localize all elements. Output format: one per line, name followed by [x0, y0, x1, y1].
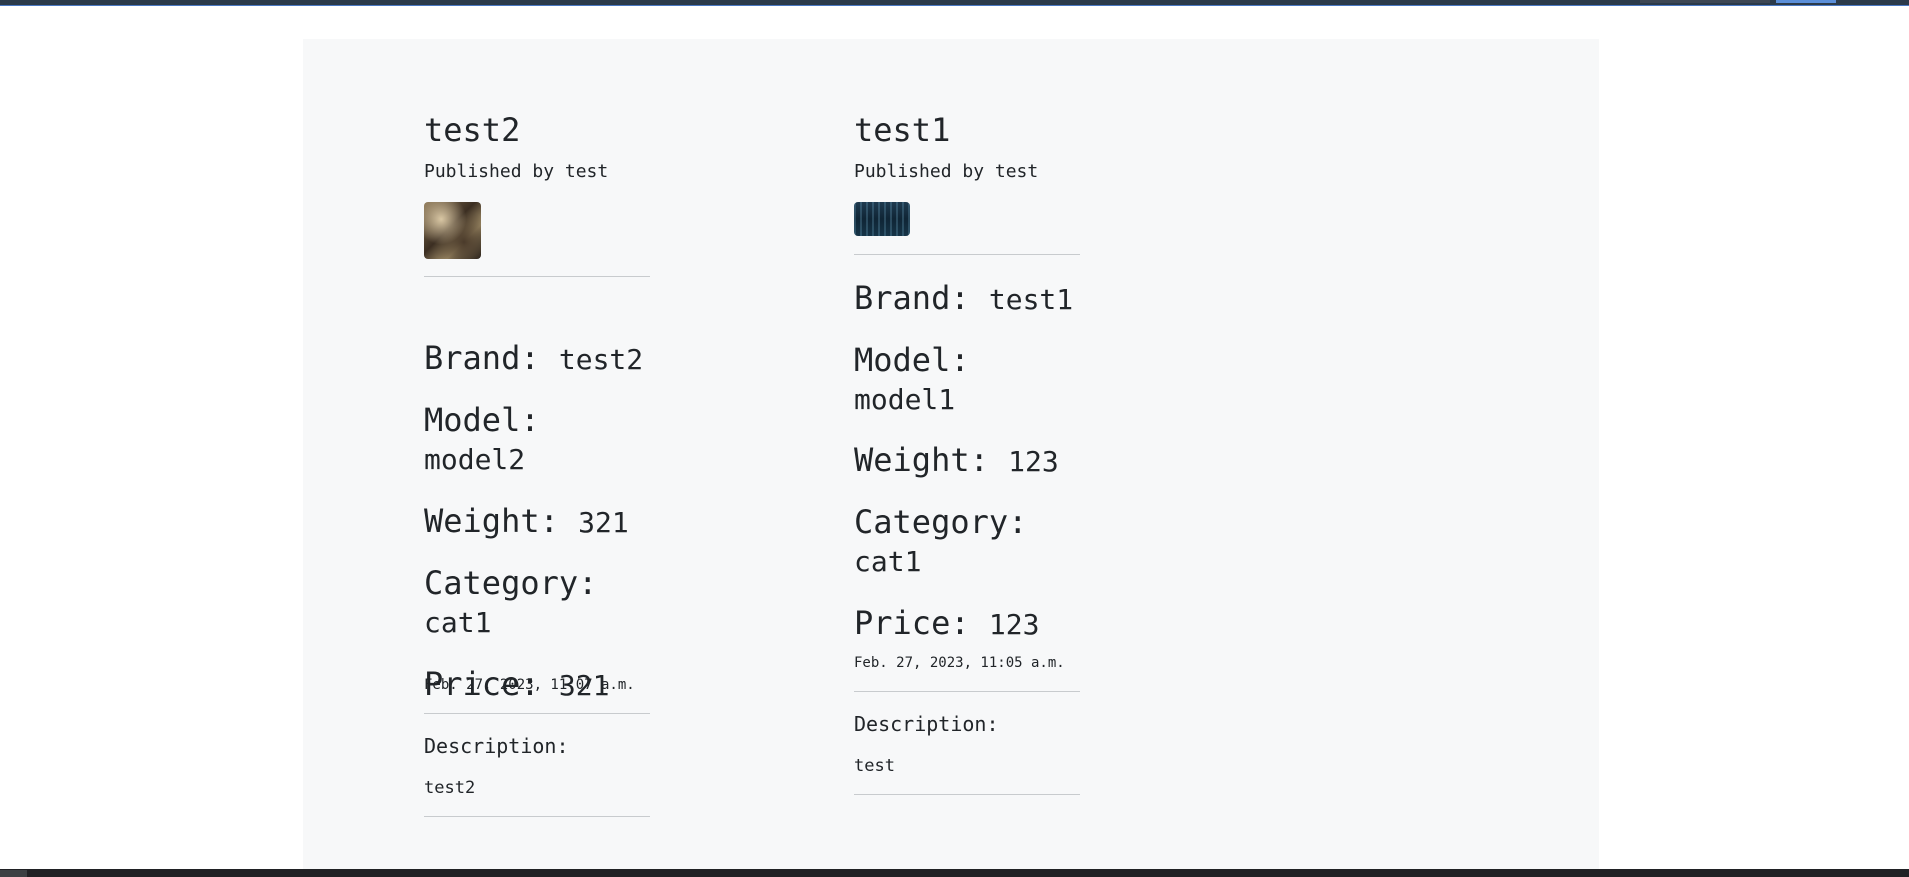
- product-list-panel: test2 Published by test Brand: test2 Mod…: [303, 39, 1599, 869]
- divider: [424, 713, 650, 714]
- category-label: Category:: [854, 503, 1028, 541]
- category-value: cat1: [424, 606, 492, 639]
- weight-label: Weight:: [424, 502, 559, 540]
- browser-toolbar-segment: [1640, 0, 1770, 3]
- browser-top-bar: [0, 0, 1909, 6]
- divider: [424, 816, 650, 817]
- weight-label: Weight:: [854, 441, 989, 479]
- published-date: Feb. 27, 2023, 11:07 a.m.: [424, 677, 635, 693]
- weight-field: Weight: 321: [424, 502, 650, 542]
- weight-value: 321: [578, 506, 629, 539]
- category-label: Category:: [424, 564, 598, 602]
- taskbar-segment: [0, 870, 27, 877]
- model-label: Model:: [424, 401, 540, 439]
- product-publisher: Published by test: [854, 161, 1039, 182]
- brand-value: test2: [558, 343, 644, 376]
- description-text: test: [854, 756, 895, 776]
- price-label: Price:: [854, 604, 970, 642]
- price-value: 123: [988, 608, 1040, 641]
- product-publisher: Published by test: [424, 161, 609, 182]
- divider: [854, 254, 1080, 255]
- brand-field: Brand: test1: [854, 279, 1080, 319]
- brand-label: Brand:: [424, 339, 540, 377]
- divider: [854, 794, 1080, 795]
- browser-toolbar-highlight: [1776, 0, 1836, 3]
- description-label: Description:: [854, 712, 999, 736]
- brand-label: Brand:: [854, 279, 970, 317]
- category-field: Category: cat1: [854, 503, 1080, 581]
- weight-field: Weight: 123: [854, 441, 1080, 481]
- category-value: cat1: [854, 545, 922, 578]
- price-field: Price: 123: [854, 604, 1080, 644]
- brand-field: Brand: test2: [424, 339, 650, 379]
- divider: [854, 691, 1080, 692]
- description-label: Description:: [424, 734, 569, 758]
- weight-value: 123: [1008, 445, 1059, 478]
- model-value: model2: [424, 443, 526, 476]
- browser-bottom-bar: [0, 869, 1909, 877]
- brand-value: test1: [988, 283, 1074, 316]
- product-title[interactable]: test2: [424, 111, 520, 149]
- model-label: Model:: [854, 341, 970, 379]
- published-date: Feb. 27, 2023, 11:05 a.m.: [854, 655, 1065, 671]
- description-text: test2: [424, 778, 476, 798]
- model-field: Model: model2: [424, 401, 650, 479]
- model-value: model1: [854, 383, 956, 416]
- product-thumbnail[interactable]: [424, 202, 481, 259]
- category-field: Category: cat1: [424, 564, 650, 642]
- divider: [424, 276, 650, 277]
- product-thumbnail[interactable]: [854, 202, 910, 236]
- model-field: Model: model1: [854, 341, 1080, 419]
- product-title[interactable]: test1: [854, 111, 950, 149]
